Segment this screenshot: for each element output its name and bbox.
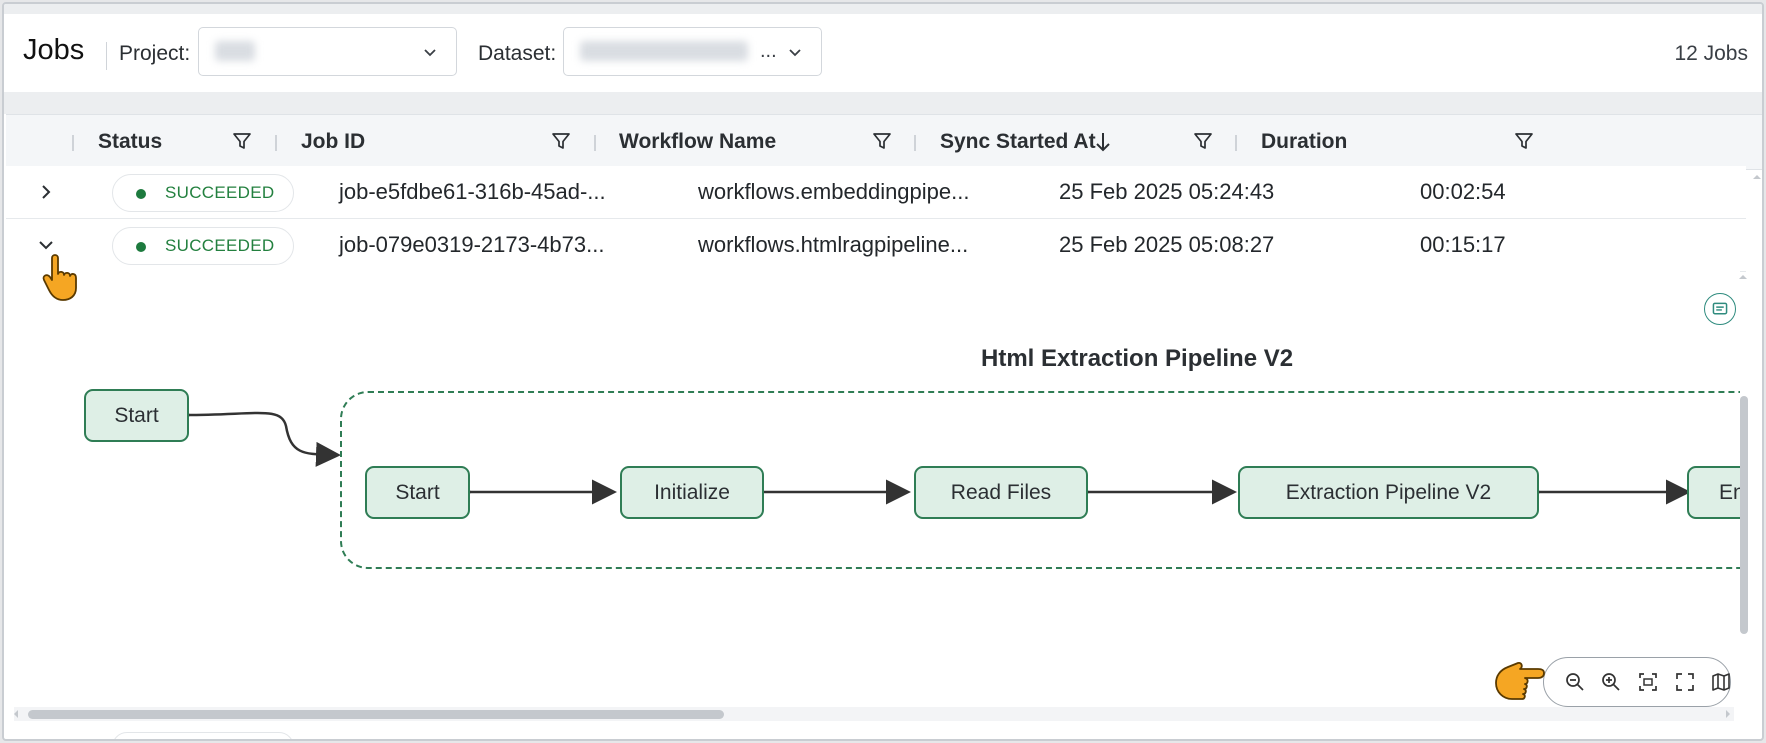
filter-icon[interactable] bbox=[232, 131, 252, 151]
workflow-name-cell: workflows.htmlragpipeline... bbox=[698, 232, 969, 257]
pointing-hand-cursor-icon bbox=[1495, 661, 1545, 700]
page-title: Jobs bbox=[23, 34, 85, 66]
fullscreen-icon[interactable] bbox=[1674, 671, 1696, 693]
column-resizer[interactable] bbox=[275, 135, 277, 151]
column-resizer[interactable] bbox=[914, 135, 916, 151]
project-value-redacted bbox=[215, 41, 255, 61]
jobs-count: 12 Jobs bbox=[1674, 42, 1748, 65]
status-text: SUCCEEDED bbox=[165, 183, 275, 202]
status-badge bbox=[112, 732, 294, 739]
jobs-window: Jobs Project: Dataset: ... 12 Jobs Statu… bbox=[2, 2, 1764, 741]
table-row-partial[interactable] bbox=[6, 726, 1746, 739]
vertical-scrollbar-thumb[interactable] bbox=[1740, 396, 1748, 634]
duration-cell: 00:02:54 bbox=[1420, 179, 1506, 204]
dataset-ellipsis: ... bbox=[760, 40, 777, 62]
graph-node-end[interactable]: En bbox=[1687, 466, 1740, 519]
workflow-graph-panel[interactable]: Html Extraction Pipeline V2 Start Start … bbox=[6, 271, 1740, 711]
sort-descending-icon[interactable] bbox=[1094, 131, 1112, 153]
table-header: Status Job ID Workflow Name Sync Started… bbox=[6, 114, 1762, 170]
title-divider bbox=[106, 42, 107, 70]
dataset-value-redacted bbox=[580, 41, 748, 61]
project-select[interactable] bbox=[198, 27, 457, 76]
chevron-down-icon bbox=[424, 49, 436, 57]
column-resizer[interactable] bbox=[594, 135, 596, 151]
workflow-name-cell: workflows.embeddingpipe... bbox=[698, 179, 970, 204]
horizontal-scrollbar-thumb[interactable] bbox=[28, 710, 724, 719]
column-resizer[interactable] bbox=[1235, 135, 1237, 151]
scroll-up-arrow-icon[interactable] bbox=[1736, 270, 1750, 284]
filter-icon[interactable] bbox=[872, 131, 892, 151]
status-text: SUCCEEDED bbox=[165, 236, 275, 255]
dataset-select[interactable]: ... bbox=[563, 27, 822, 76]
zoom-out-icon[interactable] bbox=[1564, 671, 1586, 693]
top-band bbox=[4, 4, 1762, 14]
column-header-job-id[interactable]: Job ID bbox=[301, 130, 365, 154]
graph-node-extraction-pipeline[interactable]: Extraction Pipeline V2 bbox=[1238, 466, 1539, 519]
sync-started-cell: 25 Feb 2025 05:08:27 bbox=[1059, 232, 1275, 257]
status-dot bbox=[136, 242, 146, 252]
fit-view-icon[interactable] bbox=[1637, 671, 1659, 693]
filter-icon[interactable] bbox=[1514, 131, 1534, 151]
table-row-expanded[interactable]: SUCCEEDED job-079e0319-2173-4b73... work… bbox=[6, 219, 1746, 272]
scroll-left-arrow-icon[interactable] bbox=[10, 707, 22, 721]
graph-node-start[interactable]: Start bbox=[365, 466, 470, 519]
status-dot bbox=[136, 189, 146, 199]
column-header-sync-started-at[interactable]: Sync Started At bbox=[940, 130, 1096, 154]
column-header-duration[interactable]: Duration bbox=[1261, 130, 1347, 154]
chevron-right-icon[interactable] bbox=[36, 182, 56, 202]
scroll-up-arrow-icon[interactable] bbox=[1750, 170, 1764, 184]
status-badge: SUCCEEDED bbox=[112, 227, 294, 265]
graph-node-read-files[interactable]: Read Files bbox=[914, 466, 1088, 519]
pointer-hand-cursor-icon bbox=[42, 254, 77, 301]
filter-icon[interactable] bbox=[551, 131, 571, 151]
column-header-workflow-name[interactable]: Workflow Name bbox=[619, 130, 776, 154]
job-id-cell[interactable]: job-e5fdbe61-316b-45ad-... bbox=[339, 179, 606, 205]
project-label: Project: bbox=[119, 42, 191, 65]
chevron-down-icon bbox=[789, 49, 801, 57]
dataset-label: Dataset: bbox=[478, 42, 557, 65]
job-id-cell[interactable]: job-079e0319-2173-4b73... bbox=[339, 232, 604, 258]
minimap-icon[interactable] bbox=[1710, 671, 1732, 693]
graph-node-initialize[interactable]: Initialize bbox=[620, 466, 764, 519]
sync-started-cell: 25 Feb 2025 05:24:43 bbox=[1059, 179, 1275, 204]
column-header-status[interactable]: Status bbox=[98, 130, 162, 154]
spacer-band bbox=[4, 92, 1762, 114]
graph-node-outer-start[interactable]: Start bbox=[84, 389, 189, 442]
graph-zoom-toolbar bbox=[1543, 657, 1731, 707]
scroll-right-arrow-icon[interactable] bbox=[1722, 707, 1734, 721]
status-badge: SUCCEEDED bbox=[112, 174, 294, 212]
table-row[interactable]: SUCCEEDED job-e5fdbe61-316b-45ad-... wor… bbox=[6, 166, 1746, 219]
page-header: Jobs Project: Dataset: ... 12 Jobs bbox=[4, 14, 1762, 92]
duration-cell: 00:15:17 bbox=[1420, 232, 1506, 257]
zoom-in-icon[interactable] bbox=[1600, 671, 1622, 693]
filter-icon[interactable] bbox=[1193, 131, 1213, 151]
column-resizer[interactable] bbox=[72, 135, 74, 151]
